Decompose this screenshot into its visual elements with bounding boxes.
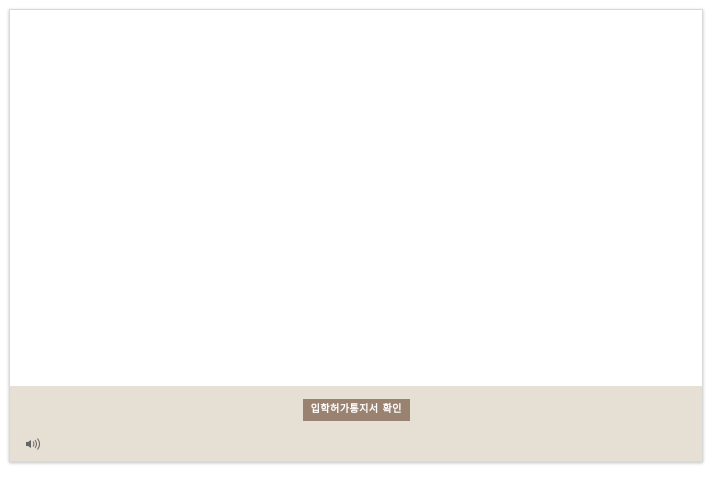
content-area (10, 10, 702, 386)
footer-bar: 입학허가통지서 확인 (10, 386, 702, 461)
dialog-frame: 입학허가통지서 확인 (9, 9, 703, 462)
confirm-admission-letter-button[interactable]: 입학허가통지서 확인 (303, 399, 410, 421)
speaker-icon[interactable] (26, 435, 44, 450)
